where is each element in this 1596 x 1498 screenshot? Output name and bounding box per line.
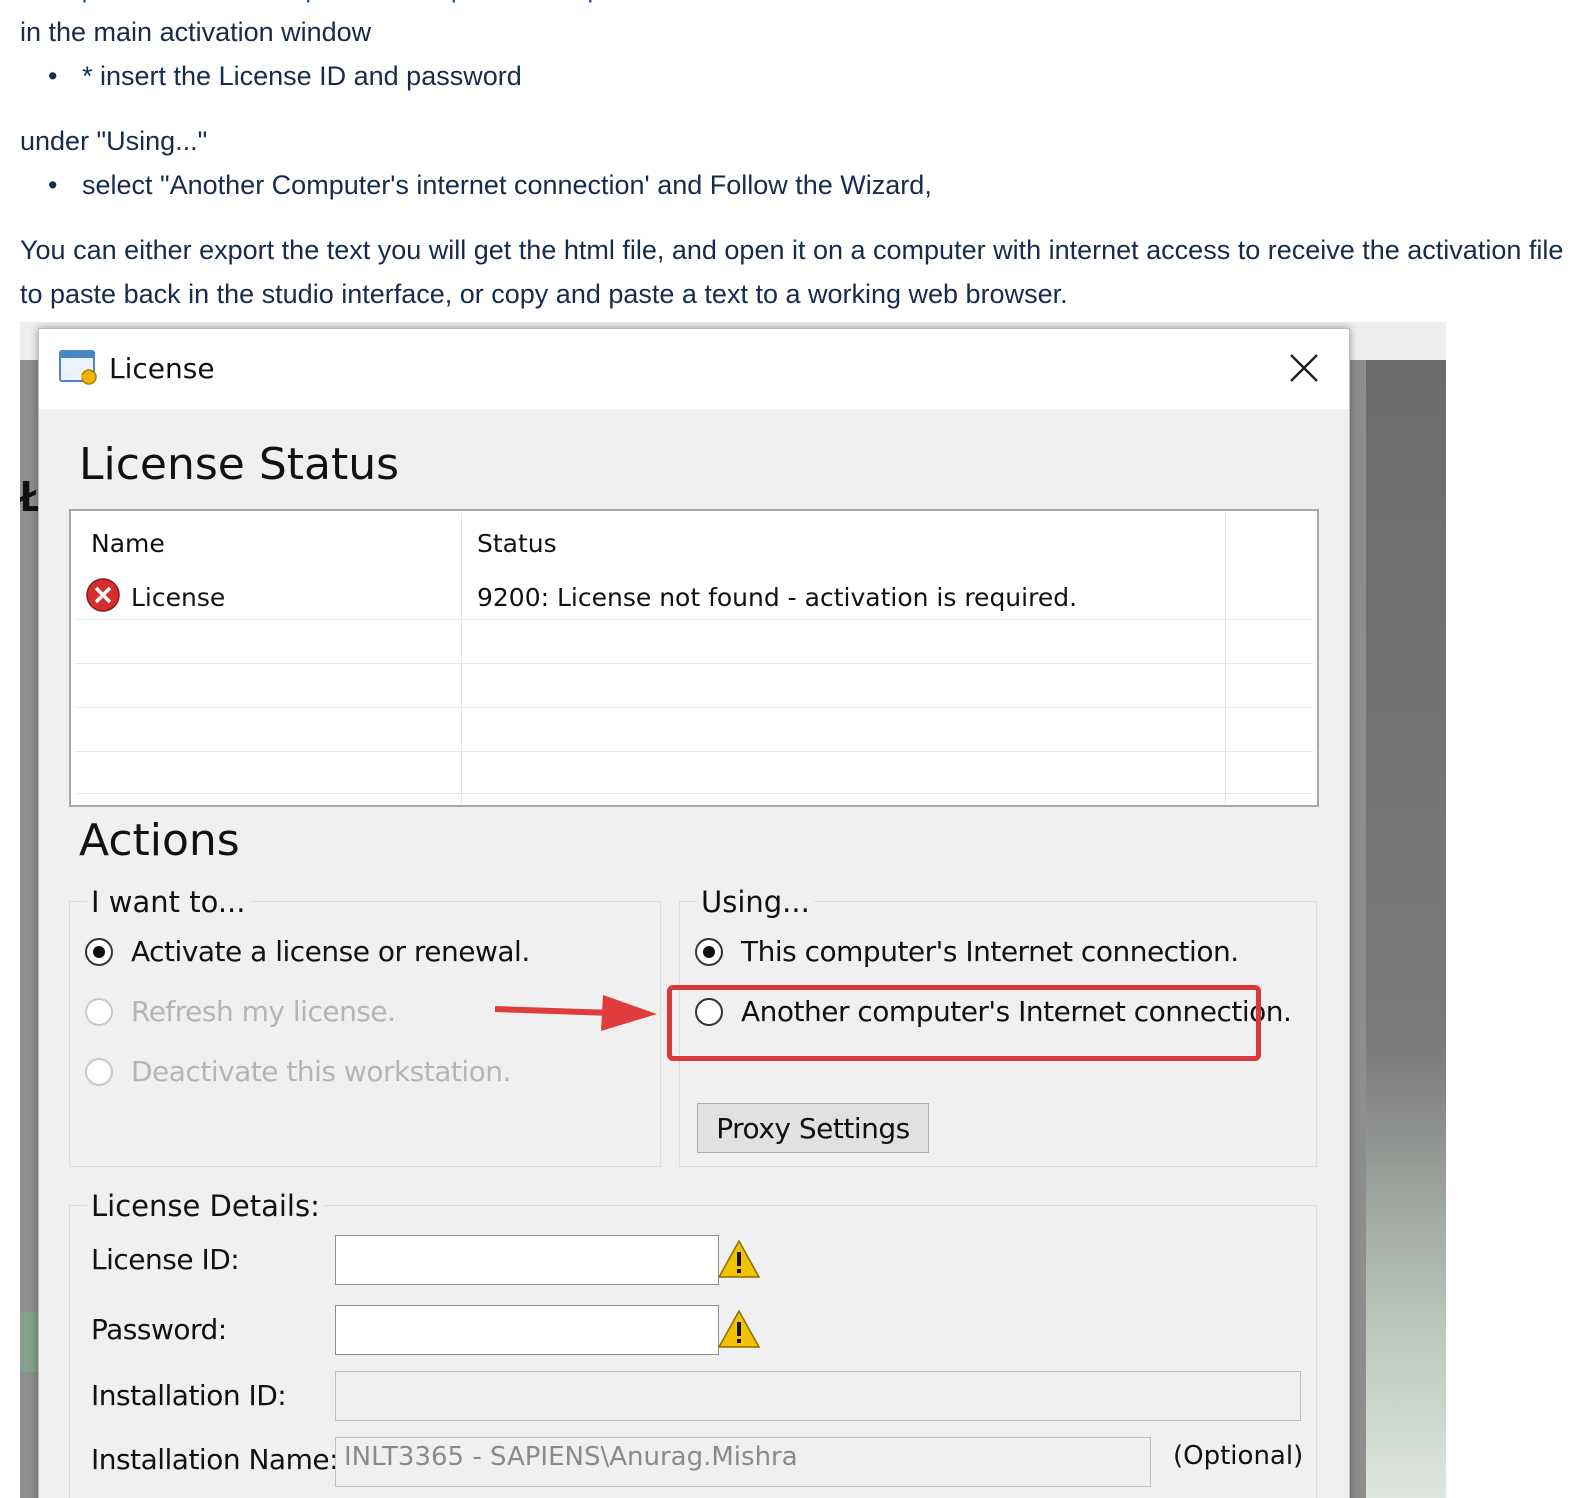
background-app-strip (20, 1312, 40, 1372)
license-dialog-screenshot: Ł License License Status Name Status Lic… (20, 322, 1446, 1498)
license-status-table[interactable]: Name Status License 9200: License not fo… (69, 509, 1319, 807)
warning-icon (717, 1309, 761, 1348)
instruction-line-1: in the main activation window (20, 17, 372, 47)
radio-indicator[interactable] (85, 1057, 113, 1086)
column-header-status[interactable]: Status (477, 529, 557, 558)
instruction-line-2: under "Using..." (20, 126, 208, 156)
annotation-arrow-icon (495, 995, 657, 1031)
radio-label[interactable]: This computer's Internet connection. (741, 935, 1239, 968)
row-divider (75, 751, 1313, 752)
installation-id-field[interactable] (335, 1371, 1301, 1421)
password-label: Password: (91, 1313, 227, 1346)
error-icon (86, 578, 120, 612)
radio-deactivate-workstation[interactable]: Deactivate this workstation. (85, 1055, 511, 1088)
row-divider (75, 707, 1313, 708)
radio-refresh-license[interactable]: Refresh my license. (85, 995, 396, 1028)
dialog-title: License (109, 352, 215, 385)
license-window-icon (59, 350, 97, 385)
row-divider (75, 663, 1313, 664)
row-divider (75, 793, 1313, 794)
radio-indicator[interactable] (85, 937, 113, 966)
column-divider (461, 513, 462, 803)
annotation-highlight-box (667, 985, 1261, 1061)
radio-indicator[interactable] (85, 997, 113, 1026)
row-divider (75, 619, 1313, 620)
radio-label[interactable]: Deactivate this workstation. (131, 1055, 511, 1088)
instruction-paragraph: You can either export the text you will … (20, 235, 1564, 309)
bullet-item-2: select "Another Computer's internet conn… (48, 163, 932, 207)
radio-this-computer-connection[interactable]: This computer's Internet connection. (695, 935, 1239, 968)
bullet-item-1: * insert the License ID and password (48, 54, 522, 98)
optional-label: (Optional) (1173, 1441, 1304, 1471)
radio-activate-license[interactable]: Activate a license or renewal. (85, 935, 530, 968)
close-icon[interactable] (1279, 345, 1329, 393)
radio-label[interactable]: Activate a license or renewal. (131, 935, 530, 968)
radio-label[interactable]: Refresh my license. (131, 995, 396, 1028)
radio-indicator[interactable] (695, 937, 723, 966)
installation-name-label: Installation Name: (91, 1443, 339, 1476)
dialog-titlebar: License (39, 329, 1349, 409)
actions-heading: Actions (79, 815, 240, 866)
license-id-field[interactable] (335, 1235, 719, 1285)
clipped-link-line[interactable]: 7. Export the license request and import… (20, 0, 661, 10)
warning-icon (717, 1239, 761, 1278)
password-field[interactable] (335, 1305, 719, 1355)
want-to-legend: I want to... (87, 885, 250, 919)
screenshot-background-right (1366, 360, 1446, 1498)
table-cell-status[interactable]: 9200: License not found - activation is … (477, 583, 1077, 612)
license-details-legend: License Details: (87, 1189, 324, 1223)
installation-id-label: Installation ID: (91, 1379, 287, 1412)
license-status-heading: License Status (79, 439, 400, 490)
installation-name-field[interactable]: INLT3365 - SAPIENS\Anurag.Mishra (335, 1437, 1151, 1487)
column-divider (1225, 513, 1226, 803)
column-header-name[interactable]: Name (91, 529, 165, 558)
using-legend: Using... (697, 885, 814, 919)
table-cell-name[interactable]: License (131, 583, 225, 612)
license-dialog: License License Status Name Status Licen… (38, 328, 1350, 1498)
proxy-settings-button[interactable]: Proxy Settings (697, 1103, 929, 1153)
license-id-label: License ID: (91, 1243, 240, 1276)
